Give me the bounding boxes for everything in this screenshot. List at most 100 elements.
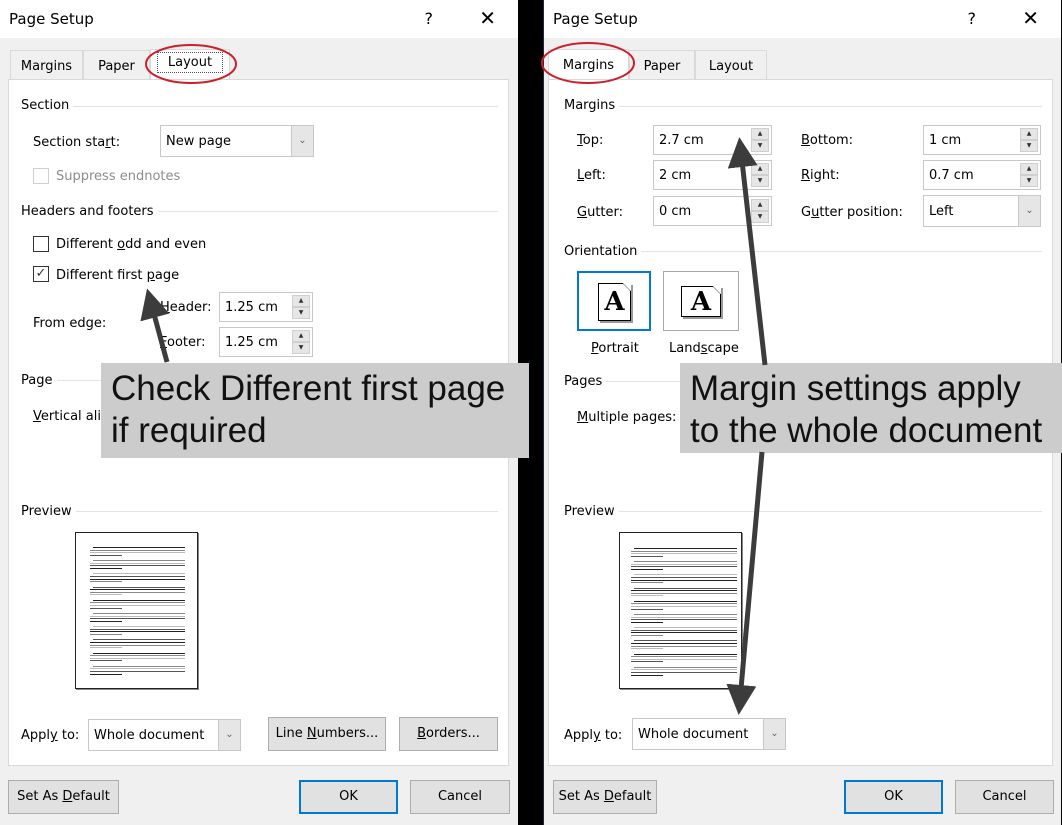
help-icon[interactable]: ? <box>968 9 977 28</box>
pages-heading: Pages <box>564 374 607 389</box>
close-icon[interactable]: ✕ <box>1022 6 1039 30</box>
help-icon[interactable]: ? <box>425 9 434 28</box>
cancel-button[interactable]: Cancel <box>410 780 510 814</box>
header-distance-spinner[interactable]: 1.25 cm ▲ ▼ <box>219 292 313 322</box>
preview-text-line <box>93 573 185 575</box>
preview-text-line <box>90 642 185 643</box>
preview-text-line <box>90 644 185 646</box>
landscape-page-icon: A <box>681 286 721 317</box>
tab-label: Layout <box>156 52 224 73</box>
top-margin-spinner[interactable]: 2.7 cm ▲ ▼ <box>653 125 772 155</box>
preview-text-line <box>634 627 737 629</box>
gutter-spinner[interactable]: 0 cm ▲ ▼ <box>653 196 772 226</box>
line-numbers-button[interactable]: Line Numbers... <box>268 717 386 751</box>
preview-text-line <box>90 607 122 609</box>
bottom-margin-spinner[interactable]: 1 cm ▲ ▼ <box>923 125 1041 155</box>
preview-text-line <box>631 661 663 663</box>
preview-text-line <box>634 653 737 655</box>
header-label: Header: <box>160 300 212 315</box>
preview-text-line <box>90 552 185 554</box>
preview-text-line <box>93 560 185 562</box>
ok-button[interactable]: OK <box>844 780 943 814</box>
from-edge-label: From edge: <box>33 316 107 331</box>
footer-label: Footer: <box>160 335 206 350</box>
preview-text-line <box>631 553 737 555</box>
spin-down-icon[interactable]: ▼ <box>292 307 310 319</box>
tab-label: Paper <box>643 59 681 74</box>
landscape-button[interactable]: A <box>663 271 739 331</box>
bottom-margin-value: 1 cm <box>929 133 962 148</box>
spin-up-icon[interactable]: ▲ <box>292 330 310 342</box>
set-as-default-button[interactable]: Set As Default <box>553 780 657 814</box>
spin-down-icon[interactable]: ▼ <box>1020 140 1038 152</box>
apply-to-label: Apply to: <box>564 728 623 743</box>
preview-text-line <box>90 591 185 593</box>
checkmark-icon: ✓ <box>35 266 47 281</box>
tab-paper[interactable]: Paper <box>629 50 695 80</box>
page-heading: Page <box>21 373 57 388</box>
preview-text-line <box>90 565 185 567</box>
different-odd-even-checkbox[interactable] <box>33 236 49 252</box>
preview-text-line <box>90 562 185 564</box>
preview-text-line <box>631 592 737 594</box>
spin-down-icon[interactable]: ▼ <box>1020 175 1038 187</box>
right-margin-spinner[interactable]: 0.7 cm ▲ ▼ <box>923 160 1041 190</box>
spin-up-icon[interactable]: ▲ <box>751 128 769 140</box>
footer-distance-spinner[interactable]: 1.25 cm ▲ ▼ <box>219 327 313 357</box>
spin-up-icon[interactable]: ▲ <box>751 163 769 175</box>
preview-text-line <box>634 666 737 668</box>
spin-down-icon[interactable]: ▼ <box>751 175 769 187</box>
preview-text-line <box>631 672 737 673</box>
callout-line: to the whole document <box>690 411 1043 450</box>
cancel-button[interactable]: Cancel <box>955 780 1054 814</box>
spin-up-icon[interactable]: ▲ <box>751 199 769 211</box>
spin-up-icon[interactable]: ▲ <box>1020 163 1038 175</box>
tab-margins[interactable]: Margins <box>10 50 83 80</box>
preview-text-line <box>634 600 737 602</box>
spin-up-icon[interactable]: ▲ <box>292 295 310 307</box>
orientation-heading: Orientation <box>564 244 642 259</box>
ok-button[interactable]: OK <box>299 780 398 814</box>
different-first-page-checkbox[interactable]: ✓ <box>33 266 49 282</box>
preview-text-line <box>631 590 737 592</box>
spin-down-icon[interactable]: ▼ <box>751 211 769 223</box>
gutter-position-dropdown[interactable]: Left ⌄ <box>923 195 1041 227</box>
portrait-button[interactable]: A <box>577 271 651 331</box>
spin-down-icon[interactable]: ▼ <box>751 140 769 152</box>
close-icon[interactable]: ✕ <box>479 6 496 30</box>
left-margin-spinner[interactable]: 2 cm ▲ ▼ <box>653 160 772 190</box>
section-start-dropdown[interactable]: New page ⌄ <box>160 125 314 157</box>
preview-text-line <box>90 594 122 596</box>
spin-down-icon[interactable]: ▼ <box>292 342 310 354</box>
preview-text-line <box>634 574 737 576</box>
tab-paper[interactable]: Paper <box>83 50 150 80</box>
tab-margins[interactable]: Margins <box>548 49 629 81</box>
annotation-callout: Margin settings apply to the whole docum… <box>680 363 1062 453</box>
apply-to-value: Whole document <box>638 727 749 742</box>
group-divider <box>145 211 498 212</box>
apply-to-dropdown[interactable]: Whole document ⌄ <box>88 719 241 751</box>
bottom-label: Bottom: <box>801 133 854 148</box>
preview-text-line <box>93 613 185 614</box>
preview-text-line <box>631 582 663 584</box>
tab-layout[interactable]: Layout <box>695 50 767 80</box>
spin-up-icon[interactable]: ▲ <box>1020 128 1038 140</box>
borders-button[interactable]: Borders... <box>399 717 498 751</box>
headers-footers-heading: Headers and footers <box>21 204 158 219</box>
left-margin-value: 2 cm <box>659 168 692 183</box>
page-preview <box>75 532 198 689</box>
preview-text-line <box>631 563 737 565</box>
preview-text-line <box>631 645 737 647</box>
preview-text-line <box>90 668 185 670</box>
suppress-endnotes-checkbox[interactable] <box>33 168 49 184</box>
chevron-down-icon: ⌄ <box>291 126 313 156</box>
tab-layout[interactable]: Layout <box>150 49 230 81</box>
preview-heading: Preview <box>564 504 619 519</box>
preview-text-line <box>631 606 737 607</box>
set-as-default-button[interactable]: Set As Default <box>8 780 119 814</box>
tab-label: Margins <box>20 59 73 74</box>
apply-to-dropdown[interactable]: Whole document ⌄ <box>632 718 786 750</box>
callout-line: Check Different first page <box>111 369 506 408</box>
gutter-position-value: Left <box>929 204 954 219</box>
preview-text-line <box>90 578 185 580</box>
